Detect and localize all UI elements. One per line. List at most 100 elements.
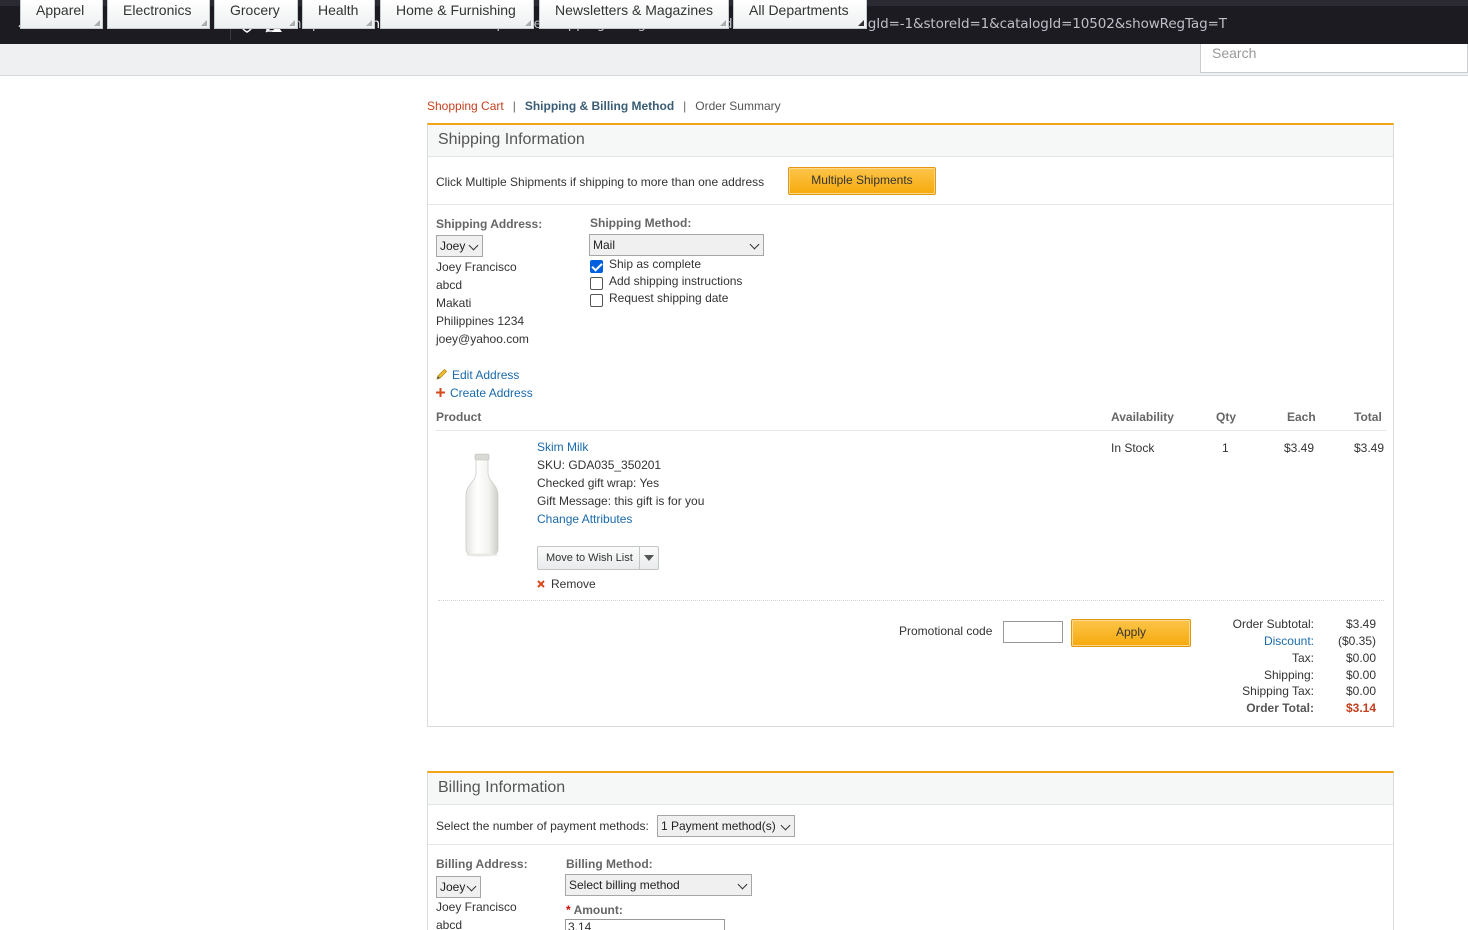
order-total-value: $3.14 [1345,701,1376,715]
breadcrumb-separator: | [512,99,516,113]
dept-tab-label: Grocery [230,2,280,18]
shipping-address-select[interactable]: Joey [436,235,483,257]
discount-value: ($0.35) [1337,634,1376,648]
remove-x-icon[interactable] [537,580,545,588]
billing-method-value: Select billing method [569,878,680,892]
search-placeholder: Search [1212,45,1257,61]
shipping-tax-label: Shipping Tax: [1242,684,1314,698]
breadcrumb-separator: | [683,99,687,113]
ship-as-complete-label: Ship as complete [609,257,702,271]
billing-address-value: Joey [440,880,466,894]
address-line: abcd [436,278,463,292]
billing-address-select[interactable]: Joey [436,876,481,898]
address-line: Joey Francisco [436,900,517,914]
column-header-qty: Qty [1216,410,1237,424]
shipping-label: Shipping: [1263,668,1314,682]
dropdown-arrow-icon[interactable] [644,555,654,561]
checkout-breadcrumb: Shopping Cart | Shipping & Billing Method |… [427,99,781,113]
product-availability: In Stock [1111,441,1155,455]
dept-tab-label: Apparel [36,2,85,18]
order-subtotal-label: Order Subtotal: [1232,617,1314,631]
create-address-link[interactable]: Create Address [450,386,533,400]
amount-label-text: Amount: [573,903,623,917]
address-line: joey@yahoo.com [436,332,529,346]
amount-label: * Amount: [566,903,623,917]
multiple-shipments-hint: Click Multiple Shipments if shipping to … [436,175,765,189]
billing-panel-title: Billing Information [428,773,1393,805]
billing-information-panel: Billing Information Select the number of… [427,771,1394,930]
promo-code-label: Promotional code [899,624,993,638]
shipping-panel-title: Shipping Information [428,125,1393,157]
column-header-each: Each [1287,410,1316,424]
amount-input[interactable]: 3.14 [565,919,725,930]
move-to-wish-list-button[interactable]: Move to Wish List [537,546,659,570]
divider [436,430,1386,431]
dept-tab-newsletters[interactable]: Newsletters & Magazines [539,0,729,29]
shipping-address-value: Joey [440,239,466,253]
request-shipping-date-checkbox[interactable] [590,294,603,307]
required-asterisk: * [566,903,571,917]
address-line: abcd [436,918,463,930]
address-line: Makati [436,296,472,310]
dept-tab-electronics[interactable]: Electronics [107,0,210,29]
product-name-link[interactable]: Skim Milk [537,440,588,454]
shipping-method-select[interactable]: Mail [589,234,764,256]
ship-as-complete-checkbox[interactable] [590,260,603,273]
order-total-label: Order Total: [1246,701,1314,715]
order-subtotal-value: $3.49 [1345,617,1376,631]
promo-code-input[interactable] [1003,621,1063,643]
column-header-availability: Availability [1111,410,1174,424]
payment-count-value: 1 Payment method(s) [661,819,776,833]
column-header-product: Product [436,410,482,424]
dept-tab-label: Home & Furnishing [396,2,516,18]
multiple-shipments-button[interactable]: Multiple Shipments [788,167,936,195]
request-shipping-date-label: Request shipping date [609,291,729,305]
address-line: Joey Francisco [436,260,517,274]
product-gift-wrap: Checked gift wrap: Yes [537,476,660,490]
search-input[interactable]: Search [1200,44,1468,73]
amount-value: 3.14 [568,920,592,930]
chevron-down-icon [749,239,760,250]
skim-milk-product-image[interactable] [460,453,504,557]
product-each-price: $3.49 [1284,441,1315,455]
address-line: Philippines 1234 [436,314,525,328]
product-sku: SKU: GDA035_350201 [537,458,662,472]
breadcrumb-current-step: Shipping & Billing Method [524,99,675,113]
shipping-value: $0.00 [1345,668,1376,682]
dept-tab-label: Health [318,2,359,18]
plus-icon [436,388,445,397]
discount-link[interactable]: Discount: [1188,634,1314,648]
shipping-address-label: Shipping Address: [436,217,543,231]
breadcrumb-shopping-cart[interactable]: Shopping Cart [427,99,504,113]
edit-address-link[interactable]: Edit Address [452,368,519,382]
product-total-price: $3.49 [1354,441,1385,455]
dept-tab-health[interactable]: Health [302,0,375,29]
dept-tab-apparel[interactable]: Apparel [20,0,103,29]
product-qty: 1 [1222,441,1229,455]
pencil-icon [436,368,448,380]
payment-count-label: Select the number of payment methods: [436,819,649,833]
divider [428,204,1393,205]
chevron-down-icon [468,240,479,251]
payment-count-select[interactable]: 1 Payment method(s) [657,815,795,837]
remove-link[interactable]: Remove [551,577,596,591]
billing-address-label: Billing Address: [436,857,528,871]
product-gift-message: Gift Message: this gift is for you [537,494,705,508]
change-attributes-link[interactable]: Change Attributes [537,512,632,526]
dept-tab-label: Electronics [123,2,192,18]
add-shipping-instructions-label: Add shipping instructions [609,274,743,288]
split-divider [639,547,640,569]
shipping-method-label: Shipping Method: [590,216,692,230]
dept-tab-all-departments[interactable]: All Departments [733,0,867,29]
tax-value: $0.00 [1345,651,1376,665]
shipping-method-value: Mail [593,238,616,252]
billing-method-select[interactable]: Select billing method [565,874,752,896]
shipping-tax-value: $0.00 [1345,684,1376,698]
add-shipping-instructions-checkbox[interactable] [590,277,603,290]
chevron-down-icon [466,881,477,892]
row-divider [438,600,1384,601]
dept-tab-grocery[interactable]: Grocery [214,0,298,29]
apply-promo-button[interactable]: Apply [1071,619,1191,647]
shipping-information-panel: Shipping Information Click Multiple Ship… [427,123,1394,727]
dept-tab-home-furnishing[interactable]: Home & Furnishing [380,0,534,29]
